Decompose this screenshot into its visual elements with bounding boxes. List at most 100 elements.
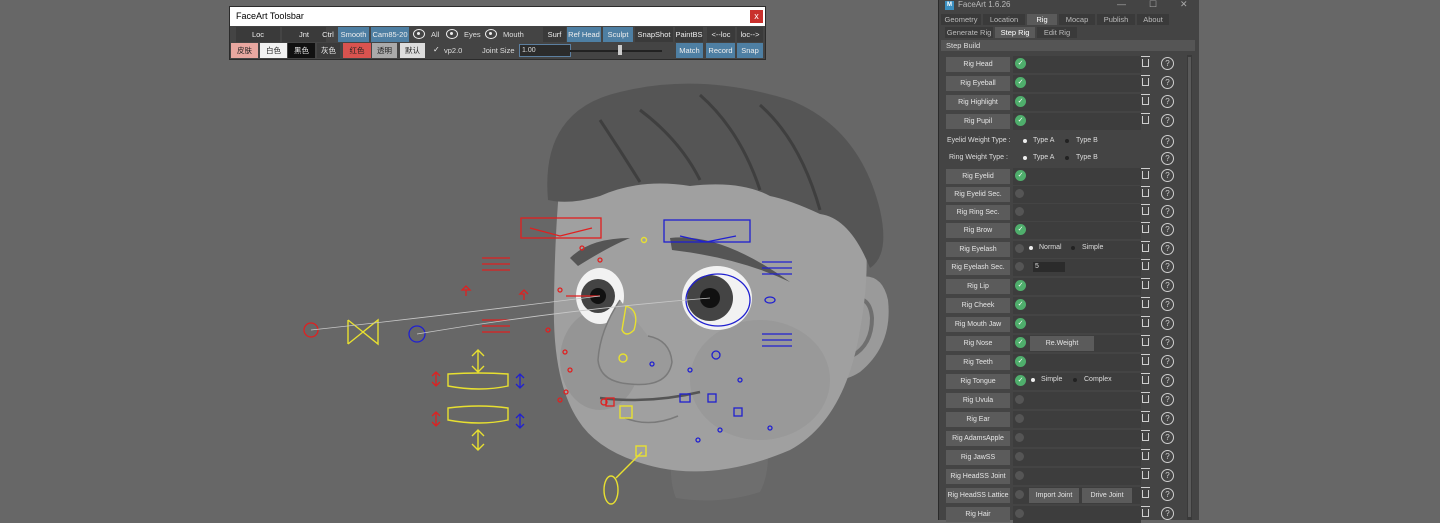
eyelid-type-b-radio[interactable] bbox=[1065, 139, 1069, 143]
rig-eyelash-sec-button[interactable]: Rig Eyelash Sec. bbox=[946, 260, 1010, 275]
smooth-button[interactable]: Smooth bbox=[338, 27, 369, 42]
minimize-icon[interactable]: — bbox=[1117, 0, 1126, 9]
eyelash-simple-radio[interactable] bbox=[1071, 246, 1075, 250]
step-build-header[interactable]: Step Build bbox=[941, 40, 1195, 51]
rig-cheek-button[interactable]: Rig Cheek bbox=[946, 298, 1010, 313]
tab-about[interactable]: About bbox=[1137, 14, 1169, 25]
eye-icon-eyes[interactable] bbox=[446, 29, 458, 39]
rig-eyelid-sec-button[interactable]: Rig Eyelid Sec. bbox=[946, 187, 1010, 202]
scrollbar-thumb[interactable] bbox=[1188, 57, 1191, 517]
trash-icon[interactable] bbox=[1141, 316, 1150, 327]
help-icon[interactable]: ? bbox=[1161, 152, 1174, 165]
drive-joint-button[interactable]: Drive Joint bbox=[1082, 488, 1132, 503]
trash-icon[interactable] bbox=[1141, 411, 1150, 422]
default-button[interactable]: 默认 bbox=[400, 43, 425, 58]
rig-headss-lattice-button[interactable]: Rig HeadSS Lattice bbox=[946, 488, 1010, 503]
trash-icon[interactable] bbox=[1141, 430, 1150, 441]
sculpt-button[interactable]: Sculpt bbox=[603, 27, 633, 42]
tab-mocap[interactable]: Mocap bbox=[1059, 14, 1095, 25]
maximize-icon[interactable]: ☐ bbox=[1149, 0, 1157, 9]
help-icon[interactable]: ? bbox=[1161, 76, 1174, 89]
rig-uvula-button[interactable]: Rig Uvula bbox=[946, 393, 1010, 408]
tab-step-rig[interactable]: Step Rig bbox=[995, 27, 1035, 38]
tongue-simple-radio[interactable] bbox=[1031, 378, 1035, 382]
ref-head-button[interactable]: Ref Head bbox=[567, 27, 601, 42]
eyelid-type-a-radio[interactable] bbox=[1023, 139, 1027, 143]
rig-tongue-button[interactable]: Rig Tongue bbox=[946, 374, 1010, 389]
close-button[interactable]: x bbox=[750, 10, 763, 23]
match-button[interactable]: Match bbox=[676, 43, 703, 58]
help-icon[interactable]: ? bbox=[1161, 317, 1174, 330]
help-icon[interactable]: ? bbox=[1161, 393, 1174, 406]
rig-highlight-button[interactable]: Rig Highlight bbox=[946, 95, 1010, 110]
tab-publish[interactable]: Publish bbox=[1097, 14, 1135, 25]
vp2-checkbox[interactable]: ✓ bbox=[433, 46, 441, 54]
loc-button[interactable]: Loc bbox=[236, 27, 280, 42]
help-icon[interactable]: ? bbox=[1161, 242, 1174, 255]
rig-headss-joint-button[interactable]: Rig HeadSS Joint bbox=[946, 469, 1010, 484]
trash-icon[interactable] bbox=[1141, 113, 1150, 124]
eye-icon-mouth[interactable] bbox=[485, 29, 497, 39]
rig-pupil-button[interactable]: Rig Pupil bbox=[946, 114, 1010, 129]
trash-icon[interactable] bbox=[1141, 487, 1150, 498]
surf-button[interactable]: Surf bbox=[543, 27, 566, 42]
rig-eyelash-button[interactable]: Rig Eyelash bbox=[946, 242, 1010, 257]
help-icon[interactable]: ? bbox=[1161, 507, 1174, 520]
joint-size-slider[interactable] bbox=[570, 50, 662, 52]
trash-icon[interactable] bbox=[1141, 75, 1150, 86]
rig-eyeball-button[interactable]: Rig Eyeball bbox=[946, 76, 1010, 91]
rig-eyelid-button[interactable]: Rig Eyelid bbox=[946, 169, 1010, 184]
rig-adamsapple-button[interactable]: Rig AdamsApple bbox=[946, 431, 1010, 446]
help-icon[interactable]: ? bbox=[1161, 298, 1174, 311]
snap-button[interactable]: Snap bbox=[737, 43, 763, 58]
trash-icon[interactable] bbox=[1141, 449, 1150, 460]
trash-icon[interactable] bbox=[1141, 94, 1150, 105]
close-icon[interactable]: ✕ bbox=[1180, 0, 1188, 9]
ctrl-button[interactable]: Ctrl bbox=[318, 27, 338, 42]
trash-icon[interactable] bbox=[1141, 56, 1150, 67]
ring-type-a-radio[interactable] bbox=[1023, 156, 1027, 160]
black-color-button[interactable]: 黑色 bbox=[288, 43, 315, 58]
red-color-button[interactable]: 红色 bbox=[343, 43, 371, 58]
trash-icon[interactable] bbox=[1141, 278, 1150, 289]
trash-icon[interactable] bbox=[1141, 222, 1150, 233]
panel-titlebar[interactable]: M FaceArt 1.6.26 — ☐ ✕ bbox=[939, 0, 1200, 12]
cam-button[interactable]: Cam85-20 bbox=[371, 27, 409, 42]
trash-icon[interactable] bbox=[1141, 468, 1150, 479]
rig-nose-button[interactable]: Rig Nose bbox=[946, 336, 1010, 351]
rig-head-button[interactable]: Rig Head bbox=[946, 57, 1010, 72]
trash-icon[interactable] bbox=[1141, 204, 1150, 215]
help-icon[interactable]: ? bbox=[1161, 412, 1174, 425]
rig-mouth-jaw-button[interactable]: Rig Mouth Jaw bbox=[946, 317, 1010, 332]
skin-color-button[interactable]: 皮肤 bbox=[231, 43, 258, 58]
help-icon[interactable]: ? bbox=[1161, 95, 1174, 108]
paintbs-button[interactable]: PaintBS bbox=[675, 27, 703, 42]
trash-icon[interactable] bbox=[1141, 241, 1150, 252]
rig-ring-sec-button[interactable]: Rig Ring Sec. bbox=[946, 205, 1010, 220]
rig-teeth-button[interactable]: Rig Teeth bbox=[946, 355, 1010, 370]
help-icon[interactable]: ? bbox=[1161, 450, 1174, 463]
trash-icon[interactable] bbox=[1141, 392, 1150, 403]
trash-icon[interactable] bbox=[1141, 373, 1150, 384]
eye-icon-all[interactable] bbox=[413, 29, 425, 39]
trash-icon[interactable] bbox=[1141, 186, 1150, 197]
rig-lip-button[interactable]: Rig Lip bbox=[946, 279, 1010, 294]
from-loc-button[interactable]: loc--> bbox=[737, 27, 763, 42]
help-icon[interactable]: ? bbox=[1161, 469, 1174, 482]
record-button[interactable]: Record bbox=[706, 43, 735, 58]
rig-jawss-button[interactable]: Rig JawSS bbox=[946, 450, 1010, 465]
joint-size-field[interactable]: 1.00 bbox=[519, 44, 571, 57]
help-icon[interactable]: ? bbox=[1161, 336, 1174, 349]
trash-icon[interactable] bbox=[1141, 506, 1150, 517]
eyelash-normal-radio[interactable] bbox=[1029, 246, 1033, 250]
help-icon[interactable]: ? bbox=[1161, 488, 1174, 501]
help-icon[interactable]: ? bbox=[1161, 135, 1174, 148]
snapshot-button[interactable]: SnapShot bbox=[635, 27, 673, 42]
tab-location[interactable]: Location bbox=[983, 14, 1025, 25]
panel-scrollbar[interactable] bbox=[1187, 55, 1192, 520]
help-icon[interactable]: ? bbox=[1161, 260, 1174, 273]
viewport-right-area[interactable] bbox=[1199, 0, 1440, 520]
tongue-complex-radio[interactable] bbox=[1073, 378, 1077, 382]
face-rig-scene[interactable] bbox=[0, 0, 938, 520]
eyelash-sec-count-field[interactable]: 5 bbox=[1033, 262, 1065, 272]
